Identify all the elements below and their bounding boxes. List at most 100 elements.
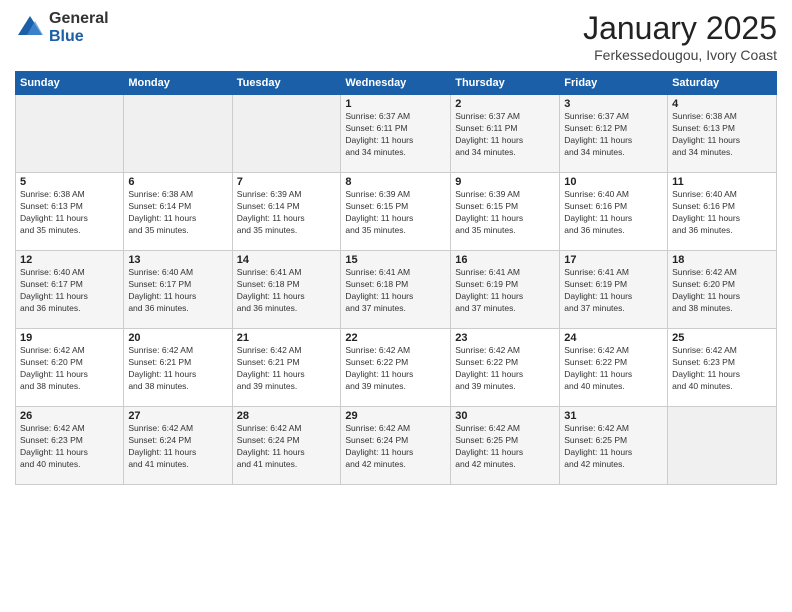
header: General Blue January 2025 Ferkessedougou…	[15, 10, 777, 63]
calendar-cell: 10Sunrise: 6:40 AM Sunset: 6:16 PM Dayli…	[560, 173, 668, 251]
calendar-cell: 20Sunrise: 6:42 AM Sunset: 6:21 PM Dayli…	[124, 329, 232, 407]
day-number: 30	[455, 410, 555, 422]
calendar-cell: 24Sunrise: 6:42 AM Sunset: 6:22 PM Dayli…	[560, 329, 668, 407]
day-number: 23	[455, 332, 555, 344]
calendar-cell: 15Sunrise: 6:41 AM Sunset: 6:18 PM Dayli…	[341, 251, 451, 329]
day-info: Sunrise: 6:41 AM Sunset: 6:19 PM Dayligh…	[455, 267, 555, 315]
day-info: Sunrise: 6:39 AM Sunset: 6:15 PM Dayligh…	[345, 189, 446, 237]
day-info: Sunrise: 6:40 AM Sunset: 6:17 PM Dayligh…	[20, 267, 119, 315]
calendar-header-saturday: Saturday	[668, 72, 777, 95]
day-info: Sunrise: 6:41 AM Sunset: 6:18 PM Dayligh…	[345, 267, 446, 315]
day-number: 1	[345, 98, 446, 110]
day-info: Sunrise: 6:37 AM Sunset: 6:11 PM Dayligh…	[455, 111, 555, 159]
calendar-cell: 12Sunrise: 6:40 AM Sunset: 6:17 PM Dayli…	[16, 251, 124, 329]
calendar-cell: 25Sunrise: 6:42 AM Sunset: 6:23 PM Dayli…	[668, 329, 777, 407]
day-number: 9	[455, 176, 555, 188]
calendar-cell: 23Sunrise: 6:42 AM Sunset: 6:22 PM Dayli…	[451, 329, 560, 407]
day-info: Sunrise: 6:41 AM Sunset: 6:19 PM Dayligh…	[564, 267, 663, 315]
calendar-cell: 22Sunrise: 6:42 AM Sunset: 6:22 PM Dayli…	[341, 329, 451, 407]
calendar-week-2: 5Sunrise: 6:38 AM Sunset: 6:13 PM Daylig…	[16, 173, 777, 251]
calendar-cell: 30Sunrise: 6:42 AM Sunset: 6:25 PM Dayli…	[451, 407, 560, 485]
day-info: Sunrise: 6:42 AM Sunset: 6:25 PM Dayligh…	[455, 423, 555, 471]
calendar-cell	[232, 95, 341, 173]
day-number: 26	[20, 410, 119, 422]
day-info: Sunrise: 6:42 AM Sunset: 6:22 PM Dayligh…	[455, 345, 555, 393]
day-number: 31	[564, 410, 663, 422]
calendar-cell: 4Sunrise: 6:38 AM Sunset: 6:13 PM Daylig…	[668, 95, 777, 173]
day-info: Sunrise: 6:42 AM Sunset: 6:20 PM Dayligh…	[20, 345, 119, 393]
calendar-cell: 16Sunrise: 6:41 AM Sunset: 6:19 PM Dayli…	[451, 251, 560, 329]
day-number: 19	[20, 332, 119, 344]
calendar-cell: 29Sunrise: 6:42 AM Sunset: 6:24 PM Dayli…	[341, 407, 451, 485]
day-number: 28	[237, 410, 337, 422]
calendar-header-friday: Friday	[560, 72, 668, 95]
day-info: Sunrise: 6:42 AM Sunset: 6:23 PM Dayligh…	[672, 345, 772, 393]
day-number: 27	[128, 410, 227, 422]
calendar-cell: 7Sunrise: 6:39 AM Sunset: 6:14 PM Daylig…	[232, 173, 341, 251]
day-number: 5	[20, 176, 119, 188]
day-info: Sunrise: 6:40 AM Sunset: 6:16 PM Dayligh…	[672, 189, 772, 237]
day-number: 13	[128, 254, 227, 266]
calendar-table: SundayMondayTuesdayWednesdayThursdayFrid…	[15, 71, 777, 485]
day-number: 11	[672, 176, 772, 188]
day-info: Sunrise: 6:40 AM Sunset: 6:17 PM Dayligh…	[128, 267, 227, 315]
day-info: Sunrise: 6:42 AM Sunset: 6:24 PM Dayligh…	[128, 423, 227, 471]
logo: General Blue	[15, 10, 109, 45]
day-number: 6	[128, 176, 227, 188]
logo-blue: Blue	[49, 28, 109, 46]
day-number: 20	[128, 332, 227, 344]
day-info: Sunrise: 6:41 AM Sunset: 6:18 PM Dayligh…	[237, 267, 337, 315]
calendar-cell	[124, 95, 232, 173]
day-number: 18	[672, 254, 772, 266]
day-info: Sunrise: 6:37 AM Sunset: 6:11 PM Dayligh…	[345, 111, 446, 159]
day-info: Sunrise: 6:42 AM Sunset: 6:23 PM Dayligh…	[20, 423, 119, 471]
calendar-cell: 6Sunrise: 6:38 AM Sunset: 6:14 PM Daylig…	[124, 173, 232, 251]
day-info: Sunrise: 6:38 AM Sunset: 6:14 PM Dayligh…	[128, 189, 227, 237]
day-number: 10	[564, 176, 663, 188]
calendar-week-5: 26Sunrise: 6:42 AM Sunset: 6:23 PM Dayli…	[16, 407, 777, 485]
calendar-cell: 28Sunrise: 6:42 AM Sunset: 6:24 PM Dayli…	[232, 407, 341, 485]
calendar-cell: 17Sunrise: 6:41 AM Sunset: 6:19 PM Dayli…	[560, 251, 668, 329]
calendar-week-1: 1Sunrise: 6:37 AM Sunset: 6:11 PM Daylig…	[16, 95, 777, 173]
calendar-cell: 27Sunrise: 6:42 AM Sunset: 6:24 PM Dayli…	[124, 407, 232, 485]
day-info: Sunrise: 6:39 AM Sunset: 6:14 PM Dayligh…	[237, 189, 337, 237]
page: General Blue January 2025 Ferkessedougou…	[0, 0, 792, 612]
calendar-header-sunday: Sunday	[16, 72, 124, 95]
day-info: Sunrise: 6:40 AM Sunset: 6:16 PM Dayligh…	[564, 189, 663, 237]
calendar-cell: 19Sunrise: 6:42 AM Sunset: 6:20 PM Dayli…	[16, 329, 124, 407]
day-number: 22	[345, 332, 446, 344]
logo-general: General	[49, 10, 109, 28]
title-month: January 2025	[583, 10, 777, 47]
day-info: Sunrise: 6:42 AM Sunset: 6:21 PM Dayligh…	[237, 345, 337, 393]
title-location: Ferkessedougou, Ivory Coast	[583, 47, 777, 63]
day-number: 14	[237, 254, 337, 266]
calendar-header-tuesday: Tuesday	[232, 72, 341, 95]
day-number: 12	[20, 254, 119, 266]
calendar-week-4: 19Sunrise: 6:42 AM Sunset: 6:20 PM Dayli…	[16, 329, 777, 407]
logo-text: General Blue	[49, 10, 109, 45]
day-number: 15	[345, 254, 446, 266]
day-number: 21	[237, 332, 337, 344]
calendar-cell	[16, 95, 124, 173]
calendar-header-monday: Monday	[124, 72, 232, 95]
calendar-cell: 3Sunrise: 6:37 AM Sunset: 6:12 PM Daylig…	[560, 95, 668, 173]
calendar-header-thursday: Thursday	[451, 72, 560, 95]
day-info: Sunrise: 6:42 AM Sunset: 6:20 PM Dayligh…	[672, 267, 772, 315]
calendar-week-3: 12Sunrise: 6:40 AM Sunset: 6:17 PM Dayli…	[16, 251, 777, 329]
calendar-cell: 14Sunrise: 6:41 AM Sunset: 6:18 PM Dayli…	[232, 251, 341, 329]
calendar-cell	[668, 407, 777, 485]
day-info: Sunrise: 6:42 AM Sunset: 6:24 PM Dayligh…	[237, 423, 337, 471]
day-number: 2	[455, 98, 555, 110]
calendar-cell: 11Sunrise: 6:40 AM Sunset: 6:16 PM Dayli…	[668, 173, 777, 251]
day-info: Sunrise: 6:42 AM Sunset: 6:21 PM Dayligh…	[128, 345, 227, 393]
day-number: 7	[237, 176, 337, 188]
day-info: Sunrise: 6:42 AM Sunset: 6:25 PM Dayligh…	[564, 423, 663, 471]
calendar-cell: 31Sunrise: 6:42 AM Sunset: 6:25 PM Dayli…	[560, 407, 668, 485]
calendar-cell: 9Sunrise: 6:39 AM Sunset: 6:15 PM Daylig…	[451, 173, 560, 251]
day-number: 24	[564, 332, 663, 344]
calendar-cell: 26Sunrise: 6:42 AM Sunset: 6:23 PM Dayli…	[16, 407, 124, 485]
day-info: Sunrise: 6:42 AM Sunset: 6:22 PM Dayligh…	[345, 345, 446, 393]
day-number: 8	[345, 176, 446, 188]
day-number: 4	[672, 98, 772, 110]
day-info: Sunrise: 6:42 AM Sunset: 6:22 PM Dayligh…	[564, 345, 663, 393]
